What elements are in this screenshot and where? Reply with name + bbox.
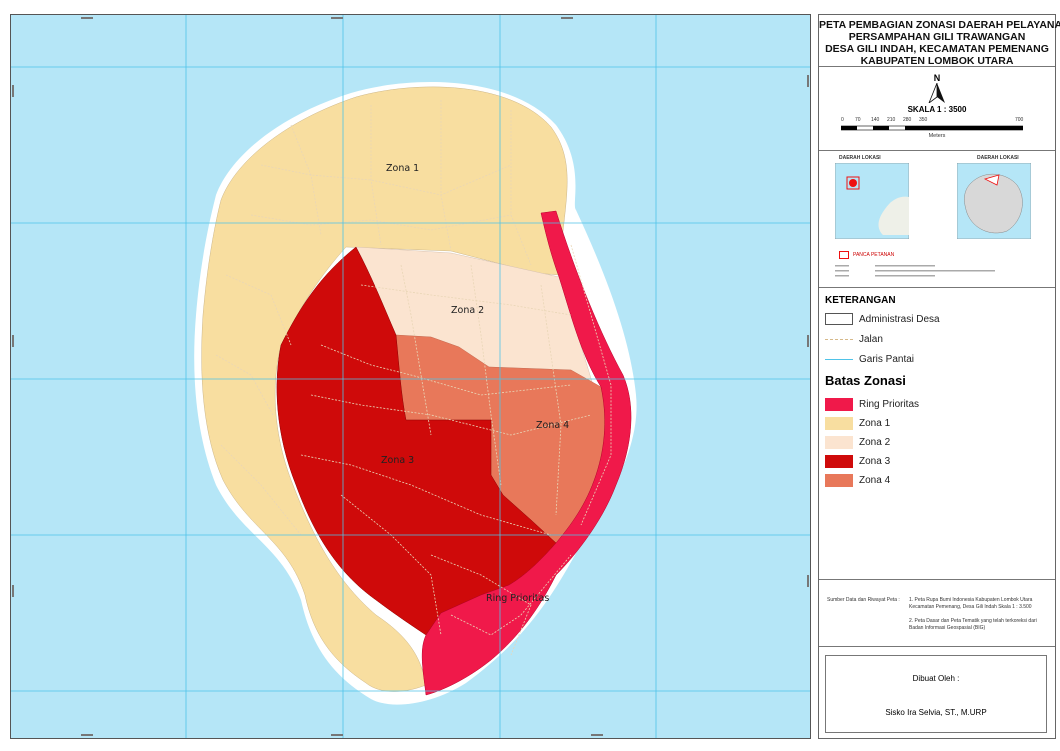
title-line-1: PETA PEMBAGIAN ZONASI DAERAH PELAYANAN [819,19,1060,31]
credits-box: Dibuat Oleh : Sisko Ira Selvia, ST., M.U… [825,655,1047,733]
label-ring-prioritas: Ring Prioritas [486,593,550,604]
legend-label-coast: Garis Pantai [859,353,915,365]
map-title: PETA PEMBAGIAN ZONASI DAERAH PELAYANAN P… [819,15,1060,67]
legend-zone-label: Zona 2 [859,436,891,448]
legend-zone-swatch [825,416,853,430]
legend-zone-label: Zona 1 [859,417,891,429]
legend-label-box: Administrasi Desa [859,313,940,325]
sources-label: Sumber Data dan Riwayat Peta : [827,597,900,603]
legend-zone-swatch [825,473,853,487]
label-zona-3: Zona 3 [381,455,415,466]
made-by-label: Dibuat Oleh : [912,674,960,683]
legend-heading: KETERANGAN [825,295,896,306]
title-line-4: KABUPATEN LOMBOK UTARA [860,55,1014,67]
label-zona-1: Zona 1 [386,163,420,174]
legend-label-road: Jalan [859,333,883,345]
title-line-2: PERSAMPAHAN GILI TRAWANGAN [848,31,1026,43]
scale-tick-0: 0 [841,117,844,123]
sources-item-2: 2. Peta Dasar dan Peta Tematik yang tela… [909,618,1037,631]
inset-marker-label: PANCA PETANAN [853,252,895,258]
inset-map-right [957,163,1031,239]
north-arrow-icon [928,83,945,103]
legend-swatch-road [825,338,853,340]
inset-marker-icon [839,251,849,259]
legend-zone-swatch [825,454,853,468]
legend: KETERANGAN Administrasi Desa Jalan Garis P… [819,288,1055,580]
scale-tick-350: 350 [919,117,928,123]
inset-map-left [835,163,909,239]
legend-swatch-box [825,313,853,325]
map-canvas [11,15,810,738]
scale-label: SKALA 1 : 3500 [907,105,967,114]
scale-bar [841,125,1023,131]
legend-zone-item: Zona 3 [825,454,890,468]
scale-tick-280: 280 [903,117,912,123]
scale-tick-210: 210 [887,117,896,123]
title-line-3: DESA GILI INDAH, KECAMATAN PEMENANG [825,43,1049,55]
map-frame: Zona 1 Zona 2 Zona 3 Zona 4 Ring Priorit… [10,14,811,739]
legend-zone-label: Zona 3 [859,455,891,467]
legend-zone-swatch [825,435,853,449]
legend-zone-label: Zona 4 [859,474,891,486]
info-panel: PETA PEMBAGIAN ZONASI DAERAH PELAYANAN P… [818,14,1060,739]
legend-item-road: Jalan [825,332,883,346]
author-name: Sisko Ira Selvia, ST., M.URP [885,708,987,717]
legend-zone-item: Zona 1 [825,416,890,430]
legend-item-box: Administrasi Desa [825,312,940,326]
label-zona-4: Zona 4 [536,420,570,431]
legend-swatch-coast [825,358,853,360]
north-letter: N [933,73,941,83]
legend-zone-item: Zona 4 [825,473,890,487]
scale-tick-70: 70 [855,117,861,123]
scale-unit: Meters [928,133,946,139]
legend-zone-item: Ring Prioritas [825,397,919,411]
location-insets: DAERAH LOKASI DAERAH LOKASI PANCA PETANA… [819,151,1055,288]
scale-tick-140: 140 [871,117,880,123]
inset-right-title: DAERAH LOKASI [977,155,1019,161]
sources-item-1: 1. Peta Rupa Bumi Indonesia Kabupaten Lo… [909,597,1033,610]
scale-tick-700: 700 [1015,117,1024,123]
scale-ticks: 0 70 140 210 280 350 700 [841,117,1041,125]
inset-fine-print [835,265,995,277]
north-scale-section: N SKALA 1 : 3500 0 70 140 210 280 350 70… [819,67,1055,151]
legend-zone-swatch [825,397,853,411]
legend-item-coast: Garis Pantai [825,352,914,366]
inset-left-title: DAERAH LOKASI [839,155,881,161]
legend-zone-label: Ring Prioritas [859,398,920,410]
legend-zone-heading: Batas Zonasi [825,373,906,388]
sources-section: Sumber Data dan Riwayat Peta : 1. Peta R… [819,580,1055,647]
label-zona-2: Zona 2 [451,305,485,316]
legend-zone-item: Zona 2 [825,435,890,449]
